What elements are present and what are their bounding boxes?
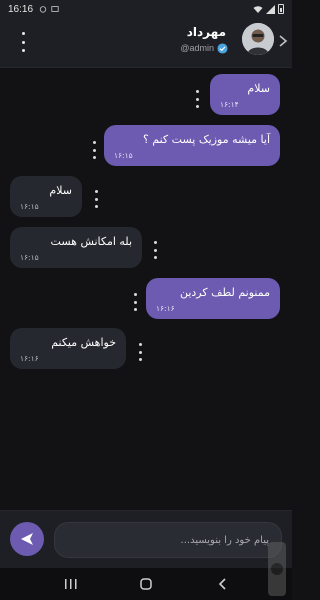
alarm-icon — [39, 6, 47, 13]
message-time: ۱۶:۱۶ — [156, 304, 175, 313]
battery-icon — [278, 4, 284, 14]
wifi-icon — [253, 5, 263, 13]
message-time: ۱۶:۱۵ — [20, 202, 39, 211]
send-icon — [21, 533, 33, 545]
more-vertical-icon[interactable] — [14, 30, 32, 54]
signal-icon — [266, 4, 275, 14]
photo-icon — [51, 6, 59, 12]
chevron-right-icon[interactable] — [276, 33, 290, 49]
status-bar: 16:16 — [0, 0, 292, 18]
send-button[interactable] — [10, 522, 44, 556]
message-bubble-sent[interactable]: سلام ۱۶:۱۴ — [210, 74, 280, 115]
message-text: سلام — [247, 82, 270, 95]
message-more-icon[interactable] — [135, 343, 145, 361]
message-text: آیا میشه موزیک پست کنم ؟ — [142, 133, 270, 146]
message-input[interactable] — [54, 522, 282, 558]
status-time: 16:16 — [8, 3, 34, 15]
chat-screen: 16:16 مهرداد @admin سلام ۱۶:۱۴ آیا میشه … — [0, 0, 292, 600]
home-icon[interactable] — [135, 574, 157, 594]
message-list[interactable]: سلام ۱۶:۱۴ آیا میشه موزیک پست کنم ؟ ۱۶:۱… — [0, 68, 292, 510]
message-bubble-sent[interactable]: آیا میشه موزیک پست کنم ؟ ۱۶:۱۵ — [104, 125, 280, 166]
message-text: بله امکانش هست — [50, 235, 132, 248]
back-icon[interactable] — [212, 574, 234, 594]
message-time: ۱۶:۱۵ — [114, 151, 133, 160]
avatar[interactable] — [242, 23, 274, 55]
message-more-icon[interactable] — [130, 293, 140, 311]
contact-name[interactable]: مهرداد — [187, 25, 226, 39]
system-nav-bar — [0, 568, 292, 600]
message-time: ۱۶:۱۵ — [20, 253, 39, 262]
recent-apps-icon[interactable] — [60, 574, 82, 594]
message-text: ممنونم لطف کردین — [179, 286, 270, 299]
message-more-icon[interactable] — [192, 90, 202, 108]
message-time: ۱۶:۱۶ — [20, 354, 39, 363]
message-time: ۱۶:۱۴ — [220, 100, 239, 109]
composer-bar — [0, 510, 292, 568]
message-text: خواهش میکنم — [51, 336, 116, 349]
message-more-icon[interactable] — [91, 190, 101, 208]
message-bubble-received[interactable]: خواهش میکنم ۱۶:۱۶ — [10, 328, 126, 369]
message-bubble-received[interactable]: سلام ۱۶:۱۵ — [10, 176, 82, 217]
message-more-icon[interactable] — [150, 241, 160, 259]
chat-header: مهرداد @admin — [0, 18, 292, 68]
message-bubble-received[interactable]: بله امکانش هست ۱۶:۱۵ — [10, 227, 142, 268]
verified-icon — [217, 43, 228, 54]
message-more-icon[interactable] — [89, 141, 99, 159]
message-text: سلام — [49, 184, 72, 197]
message-bubble-sent[interactable]: ممنونم لطف کردین ۱۶:۱۶ — [146, 278, 280, 319]
store-watermark-icon — [268, 542, 286, 596]
contact-handle: @admin — [180, 43, 214, 53]
